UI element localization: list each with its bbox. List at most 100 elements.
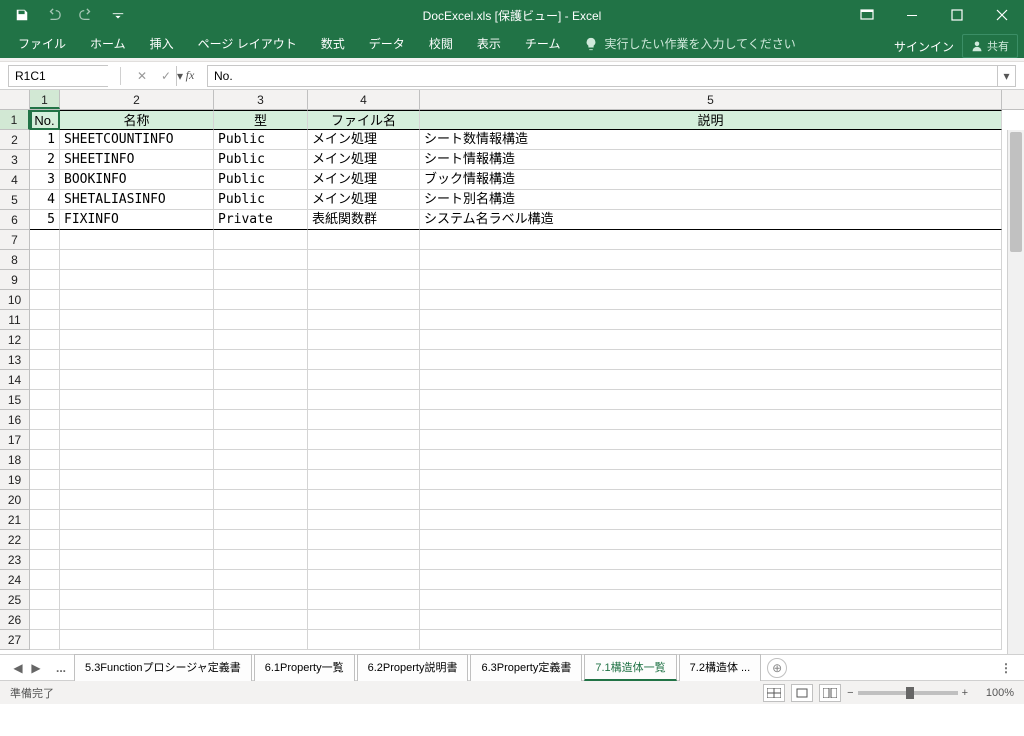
data-cell[interactable]	[420, 490, 1002, 510]
maximize-button[interactable]	[934, 0, 979, 30]
data-cell[interactable]	[214, 310, 308, 330]
column-header[interactable]: 2	[60, 90, 214, 109]
data-cell[interactable]	[420, 530, 1002, 550]
data-cell[interactable]: Public	[214, 170, 308, 190]
tab-data[interactable]: データ	[357, 29, 417, 58]
row-header[interactable]: 3	[0, 150, 30, 170]
data-cell[interactable]: 1	[30, 130, 60, 150]
data-cell[interactable]: ブック情報構造	[420, 170, 1002, 190]
row-header[interactable]: 19	[0, 470, 30, 490]
data-cell[interactable]	[30, 350, 60, 370]
header-cell[interactable]: 説明	[420, 110, 1002, 130]
row-header[interactable]: 12	[0, 330, 30, 350]
normal-view-button[interactable]	[763, 684, 785, 702]
data-cell[interactable]	[60, 570, 214, 590]
row-header[interactable]: 1	[0, 110, 30, 130]
data-cell[interactable]	[420, 250, 1002, 270]
enter-formula-button[interactable]: ✓	[155, 65, 177, 87]
name-box[interactable]: ▾	[8, 65, 108, 87]
data-cell[interactable]	[420, 310, 1002, 330]
data-cell[interactable]	[60, 630, 214, 650]
data-cell[interactable]	[308, 290, 420, 310]
row-header[interactable]: 8	[0, 250, 30, 270]
data-cell[interactable]	[60, 470, 214, 490]
redo-button[interactable]	[72, 1, 100, 29]
data-cell[interactable]	[60, 490, 214, 510]
data-cell[interactable]	[308, 270, 420, 290]
data-cell[interactable]	[420, 590, 1002, 610]
data-cell[interactable]	[308, 470, 420, 490]
data-cell[interactable]	[60, 250, 214, 270]
data-cell[interactable]	[420, 230, 1002, 250]
save-button[interactable]	[8, 1, 36, 29]
sheet-tab[interactable]: 6.3Property定義書	[470, 654, 582, 681]
row-header[interactable]: 2	[0, 130, 30, 150]
data-cell[interactable]	[308, 450, 420, 470]
zoom-out-button[interactable]: −	[847, 687, 853, 699]
ribbon-display-options-button[interactable]	[844, 0, 889, 30]
data-cell[interactable]	[214, 530, 308, 550]
data-cell[interactable]	[214, 350, 308, 370]
data-cell[interactable]	[214, 370, 308, 390]
data-cell[interactable]: BOOKINFO	[60, 170, 214, 190]
data-cell[interactable]	[308, 230, 420, 250]
data-cell[interactable]	[30, 490, 60, 510]
row-header[interactable]: 13	[0, 350, 30, 370]
tab-home[interactable]: ホーム	[78, 29, 138, 58]
data-cell[interactable]	[214, 550, 308, 570]
data-cell[interactable]	[420, 370, 1002, 390]
data-cell[interactable]: シート数情報構造	[420, 130, 1002, 150]
data-cell[interactable]	[308, 570, 420, 590]
data-cell[interactable]	[214, 230, 308, 250]
sheet-tab[interactable]: 5.3Functionプロシージャ定義書	[74, 654, 252, 681]
data-cell[interactable]	[60, 390, 214, 410]
tab-view[interactable]: 表示	[465, 29, 513, 58]
qat-customize-icon[interactable]	[104, 1, 132, 29]
tab-nav-prev[interactable]: ◀	[10, 660, 26, 676]
data-cell[interactable]: SHEETCOUNTINFO	[60, 130, 214, 150]
data-cell[interactable]	[30, 310, 60, 330]
data-cell[interactable]	[60, 350, 214, 370]
data-cell[interactable]	[308, 250, 420, 270]
data-cell[interactable]	[30, 530, 60, 550]
data-cell[interactable]	[420, 390, 1002, 410]
data-cell[interactable]: 3	[30, 170, 60, 190]
data-cell[interactable]	[60, 590, 214, 610]
header-cell[interactable]: 名称	[60, 110, 214, 130]
data-cell[interactable]	[308, 510, 420, 530]
data-cell[interactable]	[308, 330, 420, 350]
data-cell[interactable]	[30, 410, 60, 430]
tab-page-layout[interactable]: ページ レイアウト	[186, 29, 309, 58]
data-cell[interactable]	[30, 390, 60, 410]
data-cell[interactable]: メイン処理	[308, 190, 420, 210]
formula-input[interactable]	[208, 66, 997, 86]
zoom-track[interactable]	[858, 691, 958, 695]
data-cell[interactable]	[60, 270, 214, 290]
data-cell[interactable]	[214, 570, 308, 590]
zoom-slider[interactable]: − +	[847, 687, 968, 699]
data-cell[interactable]	[30, 570, 60, 590]
row-header[interactable]: 7	[0, 230, 30, 250]
data-cell[interactable]	[420, 510, 1002, 530]
column-header[interactable]: 1	[30, 90, 60, 109]
data-cell[interactable]	[420, 470, 1002, 490]
data-cell[interactable]	[30, 610, 60, 630]
header-cell[interactable]: ファイル名	[308, 110, 420, 130]
row-header[interactable]: 18	[0, 450, 30, 470]
data-cell[interactable]	[308, 350, 420, 370]
data-cell[interactable]	[30, 290, 60, 310]
row-header[interactable]: 16	[0, 410, 30, 430]
data-cell[interactable]: シート情報構造	[420, 150, 1002, 170]
vertical-scrollbar[interactable]	[1007, 130, 1024, 654]
data-cell[interactable]	[420, 270, 1002, 290]
formula-expand-icon[interactable]: ▾	[997, 66, 1015, 86]
data-cell[interactable]	[60, 610, 214, 630]
data-cell[interactable]	[214, 430, 308, 450]
data-cell[interactable]	[308, 390, 420, 410]
data-cell[interactable]	[420, 290, 1002, 310]
data-cell[interactable]: Private	[214, 210, 308, 230]
row-header[interactable]: 23	[0, 550, 30, 570]
row-header[interactable]: 9	[0, 270, 30, 290]
data-cell[interactable]	[60, 370, 214, 390]
row-header[interactable]: 24	[0, 570, 30, 590]
